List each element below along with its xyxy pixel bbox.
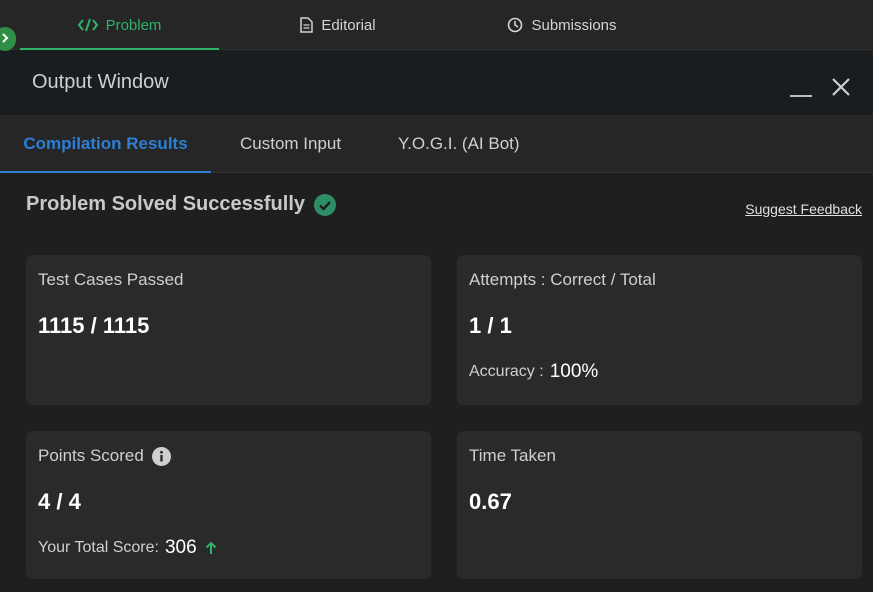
points-label: Points Scored <box>38 446 144 465</box>
tab-custom-input[interactable]: Custom Input <box>240 115 341 173</box>
test-cases-card: Test Cases Passed 1115 / 1115 <box>26 255 431 405</box>
document-icon <box>300 17 314 33</box>
points-value: 4 / 4 <box>38 489 81 514</box>
result-status: Problem Solved Successfully <box>26 193 336 216</box>
tab-submissions[interactable]: Submissions <box>497 0 627 50</box>
test-cases-label: Test Cases Passed <box>38 270 184 289</box>
points-card: Points Scored 4 / 4 Your Total Score: 30… <box>26 431 431 579</box>
close-icon <box>831 77 851 102</box>
collapse-panel-button[interactable] <box>0 27 16 51</box>
attempts-label: Attempts : Correct / Total <box>469 270 656 289</box>
tab-editorial-label: Editorial <box>321 16 376 34</box>
output-window-title: Output Window <box>32 71 169 93</box>
tab-problem[interactable]: Problem <box>20 0 219 50</box>
total-score-row: Your Total Score: 306 <box>38 537 217 559</box>
tab-custom-input-label: Custom Input <box>240 134 342 153</box>
tab-submissions-label: Submissions <box>531 16 617 34</box>
tab-yogi-ai-bot[interactable]: Y.O.G.I. (AI Bot) <box>398 115 520 173</box>
code-icon <box>77 18 98 32</box>
clock-icon <box>507 17 523 33</box>
points-label-row: Points Scored <box>38 446 171 466</box>
accuracy-label: Accuracy : <box>469 363 544 380</box>
result-status-text: Problem Solved Successfully <box>26 193 305 215</box>
output-window-header: Output Window <box>0 51 873 115</box>
top-tab-bar: Problem Editorial Submissions <box>0 0 873 51</box>
test-cases-value: 1115 / 1115 <box>38 313 150 338</box>
time-taken-value: 0.67 <box>469 489 512 514</box>
attempts-value: 1 / 1 <box>469 313 512 338</box>
compilation-results-panel: Problem Solved Successfully Suggest Feed… <box>0 173 873 592</box>
check-circle-icon <box>314 193 336 216</box>
tab-compilation-results[interactable]: Compilation Results <box>0 115 211 174</box>
tab-yogi-ai-bot-label: Y.O.G.I. (AI Bot) <box>398 134 520 153</box>
accuracy-row: Accuracy : 100% <box>469 361 598 383</box>
suggest-feedback-link[interactable]: Suggest Feedback <box>745 201 862 217</box>
app-root: Problem Editorial Submissions Output Win… <box>0 0 873 592</box>
minimize-button[interactable] <box>790 95 812 97</box>
arrow-up-icon <box>205 541 217 555</box>
info-icon[interactable] <box>151 446 171 466</box>
result-tab-bar: Compilation Results Custom Input Y.O.G.I… <box>0 115 873 174</box>
tab-editorial[interactable]: Editorial <box>283 0 393 50</box>
chevron-right-icon <box>0 32 10 47</box>
attempts-card: Attempts : Correct / Total 1 / 1 Accurac… <box>457 255 862 405</box>
accuracy-value: 100% <box>549 361 599 382</box>
tab-compilation-results-label: Compilation Results <box>23 134 188 153</box>
time-taken-label: Time Taken <box>469 446 556 465</box>
close-button[interactable] <box>829 77 853 101</box>
time-taken-card: Time Taken 0.67 <box>457 431 862 579</box>
total-score-label: Your Total Score: <box>38 539 159 556</box>
total-score-value: 306 <box>164 537 197 558</box>
tab-problem-label: Problem <box>105 16 162 34</box>
